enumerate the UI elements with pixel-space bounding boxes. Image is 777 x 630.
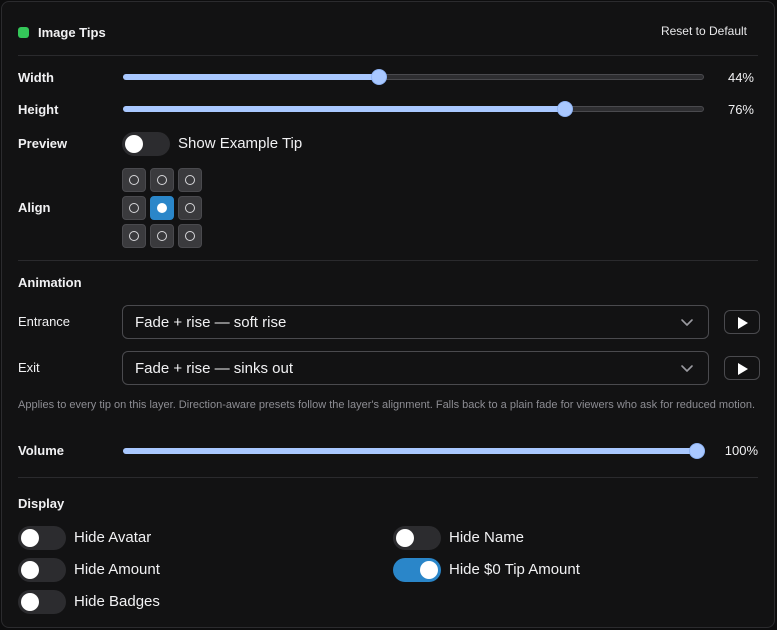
align-bottom-left[interactable] xyxy=(122,224,146,248)
chevron-down-icon xyxy=(681,319,693,326)
exit-selected-value: Fade + rise — sinks out xyxy=(135,360,293,377)
align-middle-left[interactable] xyxy=(122,196,146,220)
chevron-down-icon xyxy=(681,365,693,372)
exit-label: Exit xyxy=(18,360,40,375)
volume-label: Volume xyxy=(18,443,64,458)
divider xyxy=(18,55,758,56)
animation-help-text: Applies to every tip on this layer. Dire… xyxy=(18,399,756,411)
entrance-label: Entrance xyxy=(18,314,71,329)
display-section-title: Display xyxy=(18,496,65,511)
radio-circle-icon xyxy=(185,203,195,213)
align-top-right[interactable] xyxy=(178,168,202,192)
align-top-center[interactable] xyxy=(150,168,174,192)
radio-circle-icon xyxy=(129,231,139,241)
align-bottom-right[interactable] xyxy=(178,224,202,248)
radio-circle-icon xyxy=(129,203,139,213)
hide-avatar-toggle[interactable] xyxy=(18,526,66,550)
hide-name-label: Hide Name xyxy=(449,529,525,546)
volume-slider[interactable] xyxy=(123,443,704,459)
reset-to-default-button[interactable]: Reset to Default xyxy=(661,24,747,38)
hide-badges-toggle[interactable] xyxy=(18,590,66,614)
toggle-knob xyxy=(21,593,39,611)
align-bottom-center[interactable] xyxy=(150,224,174,248)
radio-circle-icon xyxy=(157,203,167,213)
toggle-knob xyxy=(21,561,39,579)
show-example-tip-toggle[interactable] xyxy=(122,132,170,156)
toggle-knob xyxy=(420,561,438,579)
height-value: 76% xyxy=(727,102,754,117)
volume-value: 100% xyxy=(724,443,758,458)
animation-section-title: Animation xyxy=(18,275,82,290)
align-top-left[interactable] xyxy=(122,168,146,192)
hide-name-toggle[interactable] xyxy=(393,526,441,550)
exit-select[interactable]: Fade + rise — sinks out xyxy=(122,351,709,385)
hide-zero-tip-amount-label: Hide $0 Tip Amount xyxy=(449,561,580,578)
play-icon xyxy=(738,317,748,329)
play-icon xyxy=(738,363,748,375)
entrance-play-button[interactable] xyxy=(724,310,760,334)
slider-fill xyxy=(123,106,565,112)
status-dot xyxy=(18,26,29,38)
panel-header: Image Tips Reset to Default xyxy=(18,18,758,46)
width-slider[interactable] xyxy=(123,69,704,85)
divider xyxy=(18,260,758,261)
slider-thumb[interactable] xyxy=(690,444,704,458)
slider-fill xyxy=(123,74,379,80)
toggle-knob xyxy=(21,529,39,547)
divider xyxy=(18,477,758,478)
entrance-selected-value: Fade + rise — soft rise xyxy=(135,314,287,331)
align-label: Align xyxy=(18,200,51,215)
show-example-tip-label: Show Example Tip xyxy=(178,135,303,152)
preview-label: Preview xyxy=(18,136,68,151)
width-value: 44% xyxy=(727,70,754,85)
hide-amount-label: Hide Amount xyxy=(74,561,160,578)
height-label: Height xyxy=(18,102,59,117)
radio-circle-icon xyxy=(129,175,139,185)
radio-circle-icon xyxy=(157,175,167,185)
width-label: Width xyxy=(18,70,54,85)
slider-thumb[interactable] xyxy=(371,70,386,84)
hide-avatar-label: Hide Avatar xyxy=(74,529,152,546)
toggle-knob xyxy=(125,135,143,153)
hide-badges-label: Hide Badges xyxy=(74,593,160,610)
hide-zero-tip-amount-toggle[interactable] xyxy=(393,558,441,582)
panel-title: Image Tips xyxy=(38,24,106,40)
toggle-knob xyxy=(396,529,414,547)
entrance-select[interactable]: Fade + rise — soft rise xyxy=(122,305,709,339)
exit-play-button[interactable] xyxy=(724,356,760,380)
align-middle-center[interactable] xyxy=(150,196,174,220)
radio-circle-icon xyxy=(185,231,195,241)
align-middle-right[interactable] xyxy=(178,196,202,220)
image-tips-panel: Image Tips Reset to Default Width 44% He… xyxy=(1,1,775,628)
radio-circle-icon xyxy=(185,175,195,185)
slider-thumb[interactable] xyxy=(557,102,572,116)
height-slider[interactable] xyxy=(123,101,704,117)
hide-amount-toggle[interactable] xyxy=(18,558,66,582)
radio-circle-icon xyxy=(157,231,167,241)
slider-fill xyxy=(123,448,697,454)
